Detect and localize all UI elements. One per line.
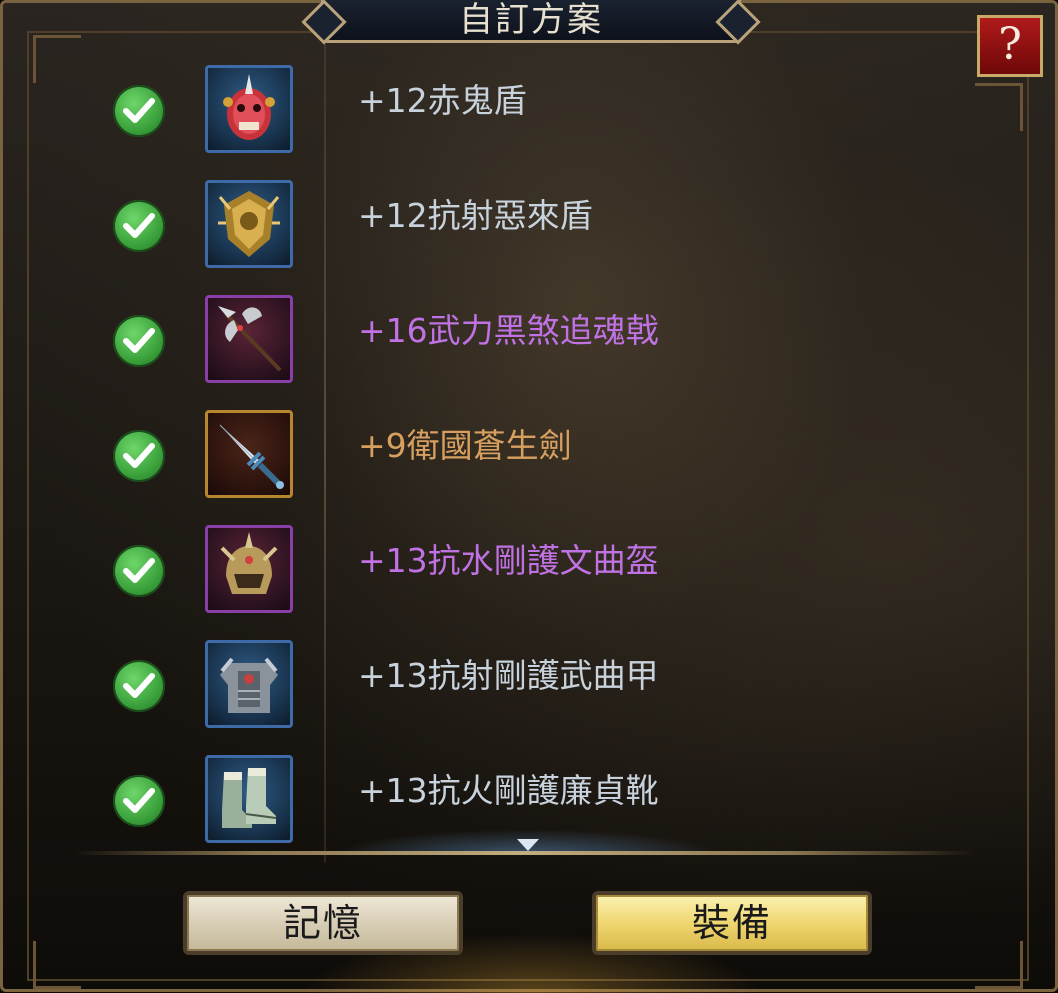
- item-name: +12抗射惡來盾: [358, 196, 593, 235]
- corner-ornament: [975, 941, 1023, 989]
- item-name: +12赤鬼盾: [358, 81, 527, 120]
- checkmark-icon[interactable]: [113, 545, 165, 597]
- checkmark-icon[interactable]: [113, 315, 165, 367]
- equipment-row[interactable]: +13抗水剛護文曲盔: [103, 525, 903, 625]
- bottom-divider: [73, 851, 973, 855]
- checkmark-icon[interactable]: [113, 200, 165, 252]
- item-name: +13抗火剛護廉貞靴: [358, 771, 659, 810]
- checkmark-icon[interactable]: [113, 85, 165, 137]
- armor-icon[interactable]: [205, 640, 293, 728]
- scroll-down-arrow-icon[interactable]: [517, 839, 539, 851]
- help-button[interactable]: ?: [977, 15, 1043, 77]
- halberd-icon[interactable]: [205, 295, 293, 383]
- corner-ornament: [975, 83, 1023, 131]
- panel-title: 自訂方案: [459, 0, 603, 40]
- equipment-row[interactable]: +13抗射剛護武曲甲: [103, 640, 903, 740]
- memory-button[interactable]: 記憶: [183, 891, 463, 955]
- boots-icon[interactable]: [205, 755, 293, 843]
- golden-shield-icon[interactable]: [205, 180, 293, 268]
- checkmark-icon[interactable]: [113, 660, 165, 712]
- item-name: +16武力黑煞追魂戟: [358, 311, 659, 350]
- red-demon-shield-icon[interactable]: [205, 65, 293, 153]
- checkmark-icon[interactable]: [113, 775, 165, 827]
- item-name: +9衛國蒼生劍: [358, 426, 572, 465]
- equipment-row[interactable]: +9衛國蒼生劍: [103, 410, 903, 510]
- equipment-row[interactable]: +16武力黑煞追魂戟: [103, 295, 903, 395]
- equipment-row[interactable]: +12赤鬼盾: [103, 65, 903, 165]
- equipment-row[interactable]: +12抗射惡來盾: [103, 180, 903, 280]
- equip-button[interactable]: 裝備: [592, 891, 872, 955]
- corner-ornament: [33, 941, 81, 989]
- corner-ornament: [33, 35, 81, 83]
- helmet-icon[interactable]: [205, 525, 293, 613]
- item-name: +13抗射剛護武曲甲: [358, 656, 659, 695]
- title-plate: 自訂方案: [321, 0, 741, 43]
- sword-icon[interactable]: [205, 410, 293, 498]
- checkmark-icon[interactable]: [113, 430, 165, 482]
- custom-plan-panel: 自訂方案 ? +12赤鬼盾 +12抗射惡來盾 +16武力黑煞追魂戟 +9衛國蒼生…: [0, 0, 1058, 993]
- item-name: +13抗水剛護文曲盔: [358, 541, 659, 580]
